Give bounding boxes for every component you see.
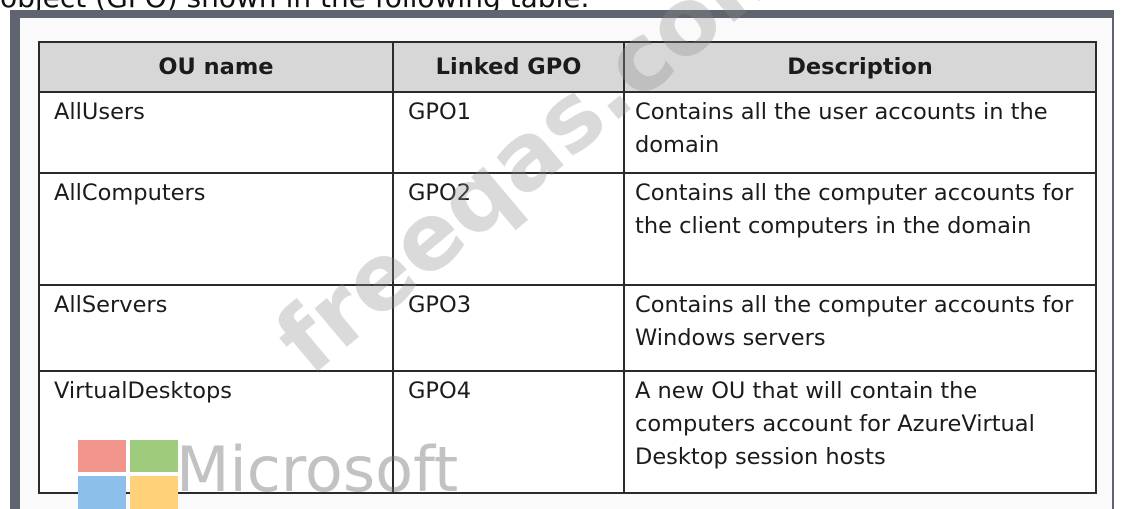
header-description: Description [623,41,1097,93]
logo-green-square [130,440,178,472]
description-cell: A new OU that will contain the computers… [623,369,1097,495]
description-cell: Contains all the computer accounts for t… [623,171,1097,286]
linked-gpo-cell: GPO2 [392,171,625,286]
description-cell: Contains all the user accounts in the do… [623,91,1097,174]
ou-table: OU name Linked GPO Description AllUsers … [38,41,1097,495]
header-linked-gpo: Linked GPO [392,41,625,93]
intro-text: object (GPO) shown in the following tabl… [0,0,589,12]
logo-blue-square [78,476,126,509]
ou-name-cell: AllComputers [38,171,394,286]
table-row: AllServers GPO3 Contains all the compute… [38,283,1097,372]
logo-yellow-square [130,476,178,509]
ou-name-cell: AllServers [38,283,394,372]
description-cell: Contains all the computer accounts for W… [623,283,1097,372]
microsoft-logo-icon [78,440,180,509]
logo-red-square [78,440,126,472]
table-header-row: OU name Linked GPO Description [38,41,1097,93]
header-ou-name: OU name [38,41,394,93]
table-row: AllComputers GPO2 Contains all the compu… [38,171,1097,286]
linked-gpo-cell: GPO3 [392,283,625,372]
ou-name-cell: AllUsers [38,91,394,174]
table-row: AllUsers GPO1 Contains all the user acco… [38,91,1097,174]
linked-gpo-cell: GPO1 [392,91,625,174]
microsoft-logo-text: Microsoft [176,433,459,506]
